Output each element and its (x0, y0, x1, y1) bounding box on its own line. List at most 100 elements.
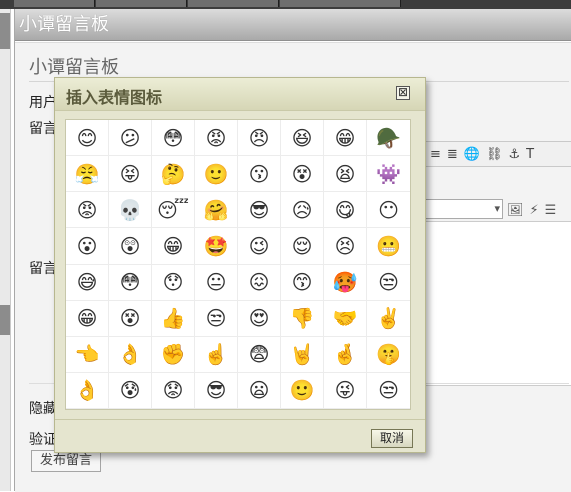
flash-icon[interactable]: ⚡ (530, 203, 539, 218)
emoticon-cell[interactable]: 😰 (109, 372, 152, 409)
emoticon-cell[interactable]: 😎 (195, 372, 238, 409)
emoticon-cell[interactable]: 😆 (281, 120, 324, 157)
emoticon-cell[interactable]: 😋 (324, 192, 367, 229)
top-strip (0, 0, 571, 9)
page-title: 小谭留言板 (15, 9, 571, 41)
emoticon-cell[interactable]: 😎 (238, 192, 281, 229)
emoticon-cell[interactable]: 🪖 (367, 120, 410, 157)
emoticon-cell[interactable]: 😁 (66, 300, 109, 337)
emoticon-cell[interactable]: 🙂 (195, 156, 238, 193)
emoticon-cell[interactable]: 🙂 (281, 372, 324, 409)
emoticon-cell[interactable]: 😳 (152, 120, 195, 157)
top-tab[interactable] (188, 0, 279, 7)
emoticon-cell[interactable]: 😥 (281, 192, 324, 229)
anchor-icon[interactable]: ⚓ (509, 147, 521, 162)
emoticon-cell[interactable]: 😵 (109, 300, 152, 337)
emoticon-grid: 😊 😕 😳 😡 😠 😆 😁 🪖 😤 😝 🤔 🙂 😗 😵 😫 👾 😡 💀 😴 🤗 😎 😥 😋 😶 😮 😲 😁 🤩 😉 😌 😣 😬 😅 😳 😯 😐 😖 😙 🥵 😒… (65, 119, 411, 410)
verify-label: 验证 (29, 432, 57, 448)
emoticon-cell[interactable]: 😯 (152, 264, 195, 301)
emoticon-cell[interactable]: 💀 (109, 192, 152, 229)
unlink-icon[interactable]: ⛓ (486, 147, 503, 162)
emoticon-cell[interactable]: 👈 (66, 336, 109, 373)
emoticon-cell[interactable]: 👌 (66, 372, 109, 409)
emoticon-cell[interactable]: 😴 (152, 192, 195, 229)
emoticon-cell[interactable]: 🥵 (324, 264, 367, 301)
emoticon-cell[interactable]: 😲 (109, 228, 152, 265)
emoticon-cell[interactable]: 😗 (238, 156, 281, 193)
emoticon-cell[interactable]: 😐 (195, 264, 238, 301)
emoticon-cell[interactable]: 😊 (66, 120, 109, 157)
editor-toolbar: ≡ ≣ 🌐 ⛓ ⚓ T (425, 141, 571, 167)
emoticon-cell[interactable]: 😤 (66, 156, 109, 193)
emoticon-cell[interactable]: 😖 (238, 264, 281, 301)
emoticon-cell[interactable]: 🤝 (324, 300, 367, 337)
editor-toolbar-2: 🖼 ⚡ ☰ (507, 199, 571, 221)
emoticon-cell[interactable]: 😁 (152, 228, 195, 265)
hidden-label: 隐藏 (29, 401, 57, 417)
emoticon-cell[interactable]: 😝 (109, 156, 152, 193)
close-icon[interactable]: ⊠ (396, 86, 410, 100)
emoticon-cell[interactable]: ☝️ (195, 336, 238, 373)
emoticon-cell[interactable]: 😶 (367, 192, 410, 229)
emoticon-cell[interactable]: 😦 (238, 372, 281, 409)
emoticon-cell[interactable]: 😡 (66, 192, 109, 229)
text-color-icon[interactable]: T (526, 147, 534, 162)
emoticon-cell[interactable]: 🤫 (367, 337, 410, 373)
emoticon-cell[interactable]: 👍 (152, 300, 195, 337)
emoticon-cell[interactable]: 😒 (367, 265, 410, 301)
message-label: 留言 (29, 121, 57, 137)
dialog-title: 插入表情图标 (66, 88, 163, 107)
top-tab[interactable] (14, 0, 95, 7)
image-icon[interactable]: 🖼 (507, 203, 524, 218)
emoticon-cell[interactable]: 😡 (195, 120, 238, 157)
message-editor[interactable] (425, 221, 571, 386)
sidebar-band (0, 13, 10, 49)
emoticon-cell[interactable]: 🤗 (195, 192, 238, 229)
emoticon-cell[interactable]: 😳 (109, 264, 152, 301)
emoticon-cell[interactable]: 😫 (324, 156, 367, 193)
align-center-icon[interactable]: ≡ (430, 147, 441, 162)
emoticon-cell[interactable]: 😒 (195, 300, 238, 337)
emoticon-cell[interactable]: 🤔 (152, 156, 195, 193)
emoticon-cell[interactable]: 👎 (281, 300, 324, 337)
emoticon-cell[interactable]: 😍 (238, 300, 281, 337)
emoticon-cell[interactable]: 😉 (238, 228, 281, 265)
emoticon-cell[interactable]: 😌 (281, 228, 324, 265)
emoticon-cell[interactable]: 😠 (238, 120, 281, 157)
emoticon-cell[interactable]: 😬 (367, 228, 410, 265)
emoticon-cell[interactable]: 😙 (281, 264, 324, 301)
align-right-icon[interactable]: ≣ (447, 147, 458, 162)
message-label-2: 留言 (29, 261, 57, 277)
emoticon-cell[interactable]: 😮 (66, 228, 109, 265)
top-tab[interactable] (280, 0, 401, 7)
emoticon-cell[interactable]: 😁 (324, 120, 367, 157)
emoticon-cell[interactable]: ✌️ (367, 301, 410, 337)
emoticon-cell[interactable]: 😣 (324, 228, 367, 265)
emoticon-cell[interactable]: 😕 (109, 120, 152, 157)
emoticon-dialog: 插入表情图标 ⊠ 😊 😕 😳 😡 😠 😆 😁 🪖 😤 😝 🤔 🙂 😗 😵 😫 👾 😡 💀 😴 🤗 😎 😥 😋 😶 😮 😲 😁 🤩 😉 😌 😣… (54, 77, 426, 453)
emoticon-cell[interactable]: 😅 (66, 264, 109, 301)
dialog-title-bar[interactable]: 插入表情图标 ⊠ (55, 78, 425, 111)
user-label: 用户 (29, 95, 57, 111)
submit-button[interactable]: 发布留言 (31, 450, 101, 472)
divider (55, 419, 425, 420)
emoticon-cell[interactable]: 😨 (238, 336, 281, 373)
emoticon-cell[interactable]: 🤘 (281, 336, 324, 373)
link-icon[interactable]: 🌐 (464, 147, 480, 162)
emoticon-cell[interactable]: 😜 (324, 372, 367, 409)
emoticon-cell[interactable]: 😟 (152, 372, 195, 409)
list-icon[interactable]: ☰ (545, 203, 557, 218)
emoticon-cell[interactable]: 😒 (367, 373, 410, 409)
emoticon-cell[interactable]: 🤞 (324, 336, 367, 373)
sidebar-band (0, 305, 10, 335)
board-title: 小谭留言板 (29, 57, 119, 78)
left-sidebar (0, 9, 11, 491)
emoticon-cell[interactable]: 👌 (109, 336, 152, 373)
cancel-button[interactable]: 取消 (371, 429, 413, 448)
emoticon-cell[interactable]: 😵 (281, 156, 324, 193)
emoticon-cell[interactable]: 👾 (367, 156, 410, 193)
emoticon-cell[interactable]: ✊ (152, 336, 195, 373)
top-tab[interactable] (96, 0, 187, 7)
font-size-select[interactable]: ▾ (425, 199, 503, 219)
emoticon-cell[interactable]: 🤩 (195, 228, 238, 265)
